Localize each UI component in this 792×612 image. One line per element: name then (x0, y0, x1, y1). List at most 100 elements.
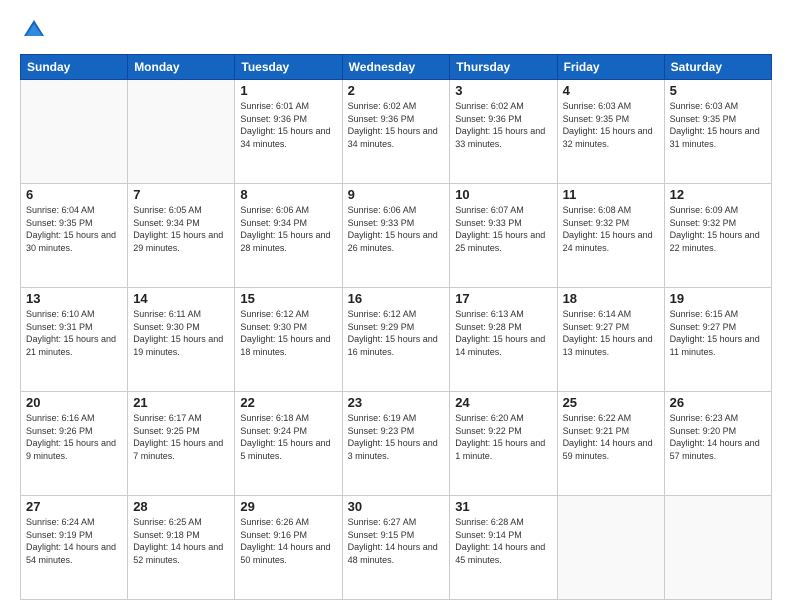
day-header: Monday (128, 55, 235, 80)
day-number: 24 (455, 395, 551, 410)
calendar-cell: 6 Sunrise: 6:04 AMSunset: 9:35 PMDaylight… (21, 184, 128, 288)
calendar-cell (664, 496, 771, 600)
calendar-cell: 28 Sunrise: 6:25 AMSunset: 9:18 PMDayligh… (128, 496, 235, 600)
calendar-cell: 24 Sunrise: 6:20 AMSunset: 9:22 PMDayligh… (450, 392, 557, 496)
day-number: 3 (455, 83, 551, 98)
calendar-cell: 21 Sunrise: 6:17 AMSunset: 9:25 PMDayligh… (128, 392, 235, 496)
day-info: Sunrise: 6:09 AMSunset: 9:32 PMDaylight:… (670, 204, 766, 254)
day-info: Sunrise: 6:13 AMSunset: 9:28 PMDaylight:… (455, 308, 551, 358)
calendar-week-row: 27Sunrise: 6:24 AMSunset: 9:19 PMDayligh… (21, 496, 772, 600)
day-header: Wednesday (342, 55, 450, 80)
calendar-cell: 16Sunrise: 6:12 AMSunset: 9:29 PMDayligh… (342, 288, 450, 392)
calendar-cell: 4 Sunrise: 6:03 AMSunset: 9:35 PMDaylight… (557, 80, 664, 184)
day-number: 17 (455, 291, 551, 306)
day-header: Saturday (664, 55, 771, 80)
calendar-cell: 14Sunrise: 6:11 AMSunset: 9:30 PMDayligh… (128, 288, 235, 392)
day-number: 19 (670, 291, 766, 306)
header-row: SundayMondayTuesdayWednesdayThursdayFrid… (21, 55, 772, 80)
day-info: Sunrise: 6:04 AMSunset: 9:35 PMDaylight:… (26, 204, 122, 254)
calendar-cell: 23 Sunrise: 6:19 AMSunset: 9:23 PMDayligh… (342, 392, 450, 496)
calendar-cell: 29 Sunrise: 6:26 AMSunset: 9:16 PMDayligh… (235, 496, 342, 600)
calendar-cell (21, 80, 128, 184)
calendar-cell: 27Sunrise: 6:24 AMSunset: 9:19 PMDayligh… (21, 496, 128, 600)
day-number: 11 (563, 187, 659, 202)
day-info: Sunrise: 6:25 AMSunset: 9:18 PMDaylight:… (133, 516, 229, 566)
calendar-week-row: 20 Sunrise: 6:16 AMSunset: 9:26 PMDayligh… (21, 392, 772, 496)
day-info: Sunrise: 6:28 AMSunset: 9:14 PMDaylight:… (455, 516, 551, 566)
day-number: 6 (26, 187, 122, 202)
day-number: 4 (563, 83, 659, 98)
day-info: Sunrise: 6:26 AMSunset: 9:16 PMDaylight:… (240, 516, 336, 566)
day-number: 7 (133, 187, 229, 202)
calendar-week-row: 13 Sunrise: 6:10 AMSunset: 9:31 PMDayligh… (21, 288, 772, 392)
calendar-cell: 7Sunrise: 6:05 AMSunset: 9:34 PMDaylight… (128, 184, 235, 288)
day-info: Sunrise: 6:11 AMSunset: 9:30 PMDaylight:… (133, 308, 229, 358)
day-number: 27 (26, 499, 122, 514)
day-info: Sunrise: 6:18 AMSunset: 9:24 PMDaylight:… (240, 412, 336, 462)
day-number: 29 (240, 499, 336, 514)
day-header: Sunday (21, 55, 128, 80)
day-number: 13 (26, 291, 122, 306)
calendar-cell: 20 Sunrise: 6:16 AMSunset: 9:26 PMDayligh… (21, 392, 128, 496)
day-info: Sunrise: 6:12 AMSunset: 9:30 PMDaylight:… (240, 308, 336, 358)
day-info: Sunrise: 6:03 AMSunset: 9:35 PMDaylight:… (563, 100, 659, 150)
calendar-table: SundayMondayTuesdayWednesdayThursdayFrid… (20, 54, 772, 600)
day-number: 5 (670, 83, 766, 98)
day-info: Sunrise: 6:01 AMSunset: 9:36 PMDaylight:… (240, 100, 336, 150)
day-info: Sunrise: 6:20 AMSunset: 9:22 PMDaylight:… (455, 412, 551, 462)
calendar-cell: 17 Sunrise: 6:13 AMSunset: 9:28 PMDayligh… (450, 288, 557, 392)
day-number: 25 (563, 395, 659, 410)
day-info: Sunrise: 6:06 AMSunset: 9:34 PMDaylight:… (240, 204, 336, 254)
calendar-week-row: 1 Sunrise: 6:01 AMSunset: 9:36 PMDaylight… (21, 80, 772, 184)
day-number: 8 (240, 187, 336, 202)
calendar-cell (128, 80, 235, 184)
day-number: 9 (348, 187, 445, 202)
calendar-cell: 12 Sunrise: 6:09 AMSunset: 9:32 PMDayligh… (664, 184, 771, 288)
day-info: Sunrise: 6:08 AMSunset: 9:32 PMDaylight:… (563, 204, 659, 254)
day-info: Sunrise: 6:07 AMSunset: 9:33 PMDaylight:… (455, 204, 551, 254)
day-info: Sunrise: 6:23 AMSunset: 9:20 PMDaylight:… (670, 412, 766, 462)
day-info: Sunrise: 6:19 AMSunset: 9:23 PMDaylight:… (348, 412, 445, 462)
day-number: 30 (348, 499, 445, 514)
calendar-cell: 25 Sunrise: 6:22 AMSunset: 9:21 PMDayligh… (557, 392, 664, 496)
day-header: Friday (557, 55, 664, 80)
day-info: Sunrise: 6:02 AMSunset: 9:36 PMDaylight:… (455, 100, 551, 150)
day-info: Sunrise: 6:17 AMSunset: 9:25 PMDaylight:… (133, 412, 229, 462)
calendar-cell: 15 Sunrise: 6:12 AMSunset: 9:30 PMDayligh… (235, 288, 342, 392)
day-number: 31 (455, 499, 551, 514)
day-info: Sunrise: 6:22 AMSunset: 9:21 PMDaylight:… (563, 412, 659, 462)
day-number: 22 (240, 395, 336, 410)
calendar-cell: 13 Sunrise: 6:10 AMSunset: 9:31 PMDayligh… (21, 288, 128, 392)
calendar-cell: 1 Sunrise: 6:01 AMSunset: 9:36 PMDaylight… (235, 80, 342, 184)
calendar-cell: 2Sunrise: 6:02 AMSunset: 9:36 PMDaylight… (342, 80, 450, 184)
calendar-cell: 18Sunrise: 6:14 AMSunset: 9:27 PMDayligh… (557, 288, 664, 392)
day-number: 23 (348, 395, 445, 410)
logo (20, 16, 50, 44)
day-number: 28 (133, 499, 229, 514)
day-number: 20 (26, 395, 122, 410)
day-number: 18 (563, 291, 659, 306)
calendar-cell: 22 Sunrise: 6:18 AMSunset: 9:24 PMDayligh… (235, 392, 342, 496)
calendar-cell: 5Sunrise: 6:03 AMSunset: 9:35 PMDaylight… (664, 80, 771, 184)
day-number: 12 (670, 187, 766, 202)
day-number: 15 (240, 291, 336, 306)
day-number: 1 (240, 83, 336, 98)
calendar-cell: 11 Sunrise: 6:08 AMSunset: 9:32 PMDayligh… (557, 184, 664, 288)
day-info: Sunrise: 6:27 AMSunset: 9:15 PMDaylight:… (348, 516, 445, 566)
calendar-cell: 19Sunrise: 6:15 AMSunset: 9:27 PMDayligh… (664, 288, 771, 392)
calendar-cell: 9 Sunrise: 6:06 AMSunset: 9:33 PMDaylight… (342, 184, 450, 288)
day-info: Sunrise: 6:02 AMSunset: 9:36 PMDaylight:… (348, 100, 445, 150)
day-header: Thursday (450, 55, 557, 80)
day-number: 26 (670, 395, 766, 410)
day-info: Sunrise: 6:06 AMSunset: 9:33 PMDaylight:… (348, 204, 445, 254)
header (20, 16, 772, 44)
calendar-week-row: 6 Sunrise: 6:04 AMSunset: 9:35 PMDaylight… (21, 184, 772, 288)
calendar-cell: 3 Sunrise: 6:02 AMSunset: 9:36 PMDaylight… (450, 80, 557, 184)
calendar-cell: 8 Sunrise: 6:06 AMSunset: 9:34 PMDaylight… (235, 184, 342, 288)
day-info: Sunrise: 6:16 AMSunset: 9:26 PMDaylight:… (26, 412, 122, 462)
day-info: Sunrise: 6:10 AMSunset: 9:31 PMDaylight:… (26, 308, 122, 358)
day-header: Tuesday (235, 55, 342, 80)
day-number: 16 (348, 291, 445, 306)
day-number: 21 (133, 395, 229, 410)
calendar-page: SundayMondayTuesdayWednesdayThursdayFrid… (0, 0, 792, 612)
